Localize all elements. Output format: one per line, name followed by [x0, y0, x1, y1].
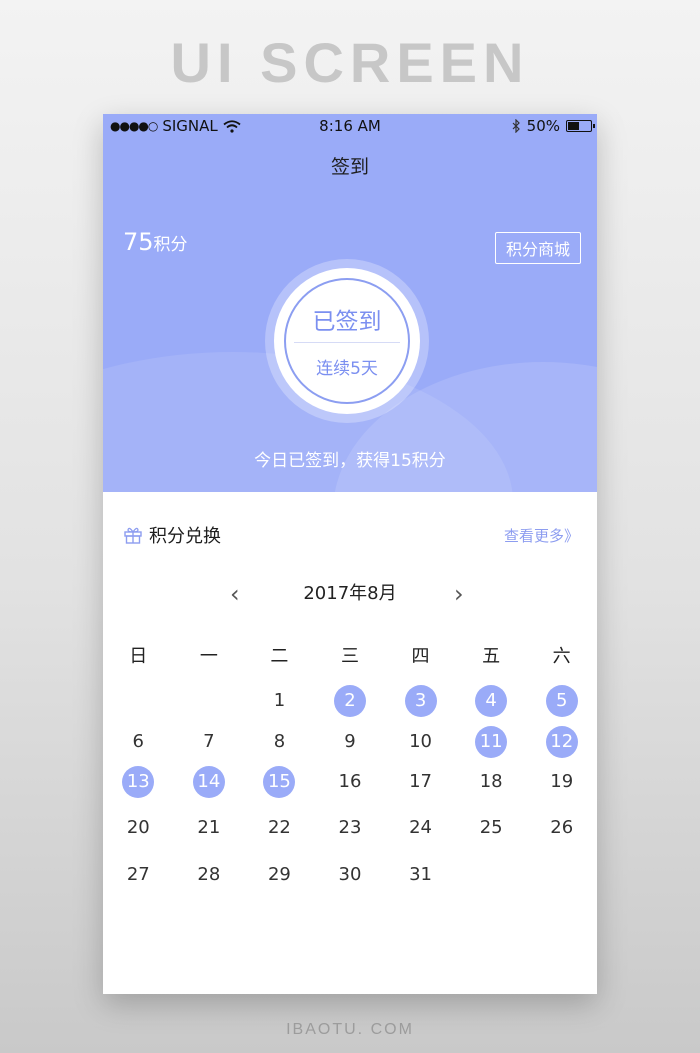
weekday-label: 五 [482, 646, 501, 667]
points-mall-button[interactable]: 积分商城 [494, 232, 581, 264]
signin-badge-ring: 已签到 连续5天 [274, 268, 420, 414]
calendar-day[interactable]: 26 [546, 812, 578, 844]
battery-fill [568, 122, 579, 130]
today-reward-message: 今日已签到，获得15积分 [254, 451, 446, 471]
calendar-day-signed[interactable]: 4 [475, 685, 508, 717]
calendar-day-signed[interactable]: 13 [122, 766, 155, 798]
month-label: 2017年8月 [303, 583, 397, 604]
calendar-day[interactable]: 19 [546, 766, 578, 798]
calendar-day[interactable]: 1 [263, 685, 295, 717]
calendar-day[interactable]: 17 [405, 766, 437, 798]
calendar-day[interactable]: 18 [475, 766, 507, 798]
calendar-day[interactable]: 16 [334, 766, 366, 798]
calendar-day[interactable]: 30 [334, 859, 366, 891]
calendar-day-signed[interactable]: 5 [545, 685, 578, 717]
points-balance: 75积分 [123, 228, 188, 256]
calendar-day[interactable]: 9 [334, 726, 366, 758]
calendar-day[interactable]: 23 [334, 812, 366, 844]
page-banner: UI SCREEN [170, 31, 530, 94]
calendar-day-signed[interactable]: 15 [263, 766, 296, 798]
calendar-day-signed[interactable]: 14 [192, 766, 225, 798]
weekday-label: 二 [270, 646, 289, 667]
weekday-label: 日 [129, 646, 148, 667]
weekday-label: 四 [411, 646, 430, 667]
calendar-day[interactable]: 7 [193, 726, 225, 758]
battery-group: 50% [512, 117, 595, 135]
weekday-label: 三 [340, 646, 359, 667]
calendar-day[interactable]: 21 [193, 812, 225, 844]
calendar-day-signed[interactable]: 11 [475, 726, 508, 758]
streak-days: 连续5天 [316, 359, 378, 379]
footer-watermark: IBAOTU. COM [286, 1021, 414, 1038]
badge-divider [294, 342, 400, 343]
weekday-label: 一 [199, 646, 218, 667]
weekday-header: 日 一 二 三 四 五 六 [103, 642, 597, 668]
calendar-day[interactable]: 25 [475, 812, 507, 844]
bluetooth-icon [512, 119, 520, 133]
points-unit: 积分 [153, 235, 188, 255]
gift-icon [124, 527, 142, 544]
calendar-day[interactable]: 8 [263, 726, 295, 758]
calendar-day[interactable]: 28 [193, 859, 225, 891]
signin-status: 已签到 [312, 309, 382, 335]
calendar-day[interactable]: 31 [405, 859, 437, 891]
calendar-day[interactable]: 27 [122, 859, 154, 891]
calendar-day[interactable]: 10 [405, 726, 437, 758]
signin-badge[interactable]: 已签到 连续5天 [265, 259, 429, 423]
calendar-day[interactable]: 22 [263, 812, 295, 844]
calendar-day[interactable]: 29 [263, 859, 295, 891]
calendar-day[interactable]: 6 [122, 726, 154, 758]
calendar-day-signed[interactable]: 12 [545, 726, 578, 758]
exchange-header: 积分兑换 [123, 522, 221, 548]
battery-percent: 50% [526, 117, 560, 135]
signin-header: ●●●●○ SIGNAL 8:16 AM 50% 签到 75积分 积分商城 已签… [103, 114, 597, 492]
phone-screen: ●●●●○ SIGNAL 8:16 AM 50% 签到 75积分 积分商城 已签… [103, 114, 597, 994]
exchange-title: 积分兑换 [149, 526, 221, 547]
status-bar: ●●●●○ SIGNAL 8:16 AM 50% [103, 114, 597, 138]
calendar-day-signed[interactable]: 3 [404, 685, 437, 717]
signin-badge-inner: 已签到 连续5天 [284, 278, 410, 404]
month-navigator: ‹ 2017年8月 › [103, 580, 597, 610]
points-value: 75 [123, 228, 154, 256]
calendar-day[interactable]: 24 [405, 812, 437, 844]
calendar-day-signed[interactable]: 2 [334, 685, 366, 717]
page-title: 签到 [330, 156, 369, 178]
next-month-button[interactable]: › [454, 580, 464, 608]
weekday-label: 六 [552, 646, 571, 667]
view-more-link[interactable]: 查看更多》 [504, 525, 579, 546]
calendar-day[interactable]: 20 [122, 812, 154, 844]
battery-icon [566, 120, 595, 132]
